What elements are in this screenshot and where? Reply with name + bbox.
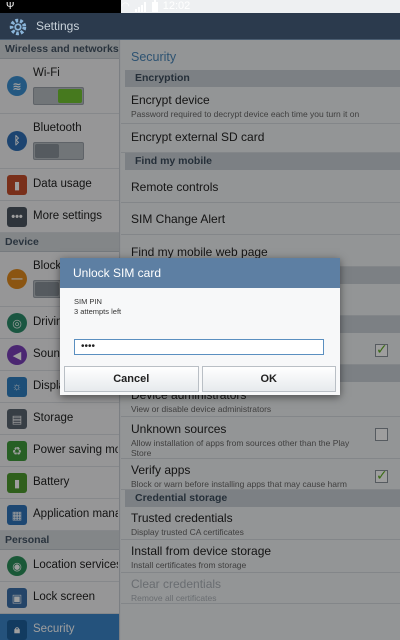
wifi-signal-icon: ◠ — [121, 1, 130, 12]
sim-pin-label: SIM PIN — [74, 297, 102, 306]
clock: 12:02 — [162, 0, 191, 12]
cancel-button[interactable]: Cancel — [64, 366, 199, 392]
sim-pin-input[interactable]: •••• — [74, 339, 324, 355]
battery-status-icon — [151, 0, 158, 12]
unlock-sim-dialog: Unlock SIM card SIM PIN 3 attempts left … — [60, 258, 340, 395]
cell-signal-icon — [134, 1, 147, 12]
attempts-left-text: 3 attempts left — [74, 307, 122, 316]
status-bar: Ψ ◠ 12:02 — [0, 0, 400, 13]
ok-button[interactable]: OK — [201, 366, 336, 392]
dialog-title: Unlock SIM card — [60, 258, 340, 288]
app-bar: Settings — [0, 13, 400, 40]
settings-gear-icon[interactable] — [7, 16, 29, 38]
usb-icon: Ψ — [6, 1, 15, 12]
app-title: Settings — [36, 19, 80, 33]
